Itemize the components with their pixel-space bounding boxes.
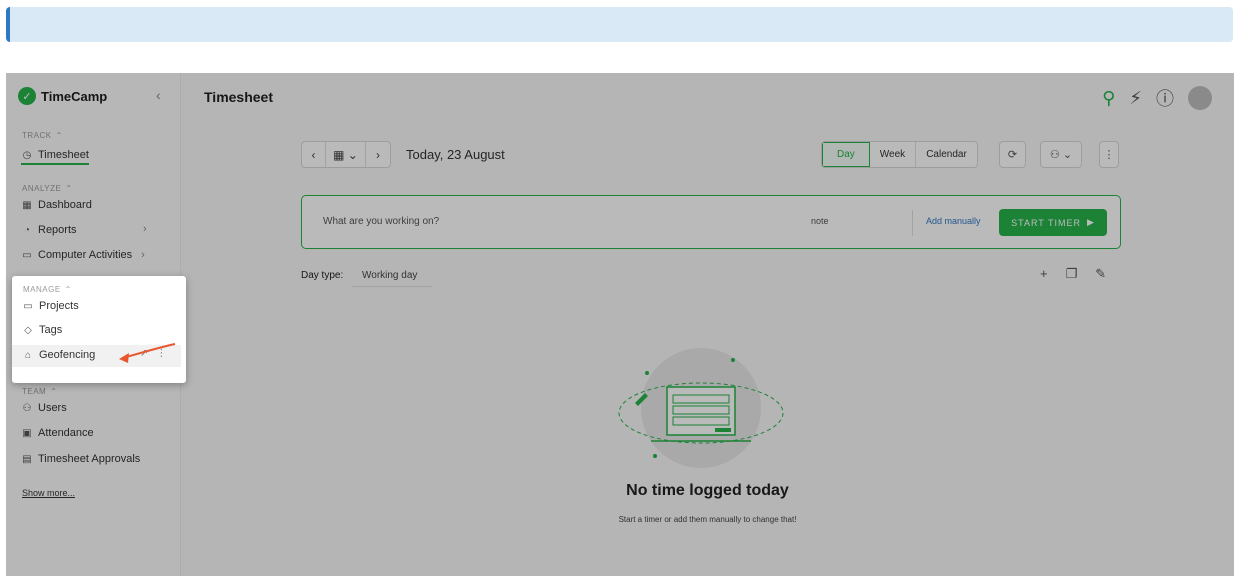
section-manage-label: MANAGE [23, 285, 61, 294]
notification-banner [6, 7, 1233, 42]
sidebar-item-tags[interactable]: ◇ Tags [22, 324, 62, 336]
sidebar-item-label: Tags [39, 324, 63, 336]
chevron-up-icon: ⌃ [64, 285, 72, 294]
sidebar-item-projects[interactable]: ▭ Projects [22, 300, 79, 312]
app-window: ✓ TimeCamp ‹ TRACK ⌃ ◷ Timesheet ANALYZE ⌃… [6, 73, 1234, 576]
folder-icon: ▭ [23, 300, 33, 312]
map-icon: ⌂ [24, 349, 32, 361]
section-manage[interactable]: MANAGE ⌃ [23, 285, 72, 294]
pointer-arrow-icon [119, 343, 176, 363]
sidebar-item-geofencing[interactable]: ⌂ Geofencing [22, 349, 95, 361]
tag-icon: ◇ [24, 324, 32, 336]
sidebar-item-label: Projects [39, 300, 79, 312]
dim-overlay [6, 73, 1234, 576]
sidebar-item-label: Geofencing [39, 349, 96, 361]
manage-section-popup: MANAGE ⌃ ▭ Projects ◇ Tags ⌂ Geofencing ↗… [12, 276, 186, 383]
